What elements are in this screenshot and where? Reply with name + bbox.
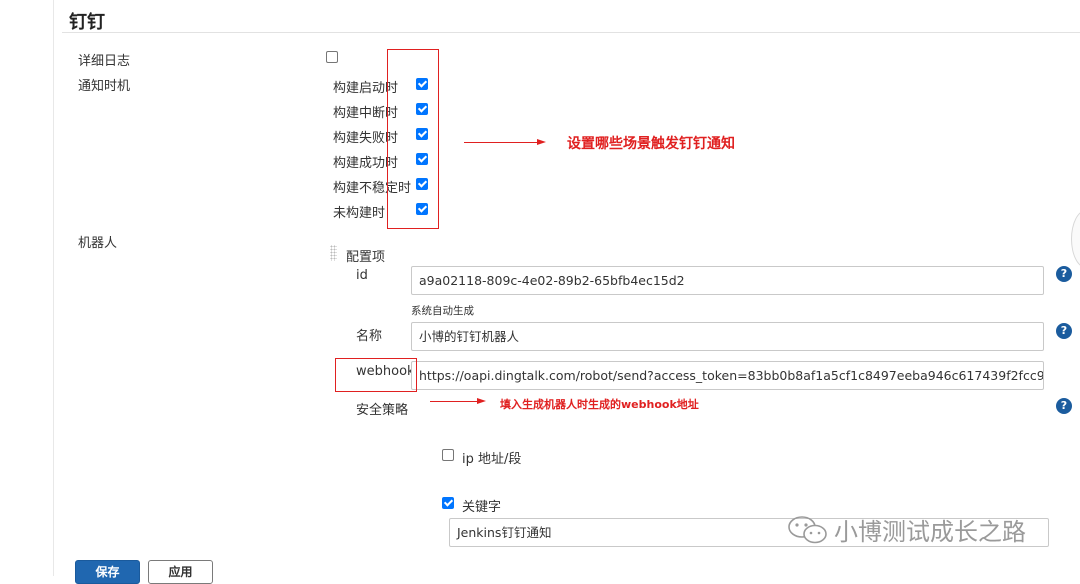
section-title: 钉钉	[69, 12, 105, 33]
annotation-arrow-line	[430, 401, 478, 402]
ip-range-checkbox[interactable]	[442, 449, 454, 461]
help-icon[interactable]: ?	[1056, 323, 1072, 339]
help-icon[interactable]: ?	[1056, 398, 1072, 414]
keyword-label: 关键字	[462, 500, 502, 515]
annotation-arrow-head	[477, 398, 486, 404]
annotation-arrow-head	[537, 139, 546, 145]
watermark: 小博测试成长之路	[786, 512, 1026, 547]
name-input[interactable]: 小博的钉钉机器人	[411, 322, 1044, 351]
id-input[interactable]: a9a02118-809c-4e02-89b2-65bfb4ec15d2	[411, 266, 1044, 295]
annotation-box-timing	[387, 49, 439, 229]
config-item-header: 配置项	[346, 250, 386, 265]
id-hint: 系统自动生成	[411, 305, 474, 317]
id-label: id	[356, 268, 368, 283]
left-gutter	[0, 0, 54, 576]
name-label: 名称	[356, 329, 383, 344]
watermark-text: 小博测试成长之路	[834, 518, 1026, 546]
verbose-log-label: 详细日志	[78, 54, 131, 69]
help-icon[interactable]: ?	[1056, 266, 1072, 282]
drag-handle-icon[interactable]	[330, 245, 337, 261]
save-button[interactable]: 保存	[75, 560, 140, 584]
robot-label: 机器人	[78, 236, 118, 251]
side-panel-edge	[1071, 210, 1080, 268]
annotation-arrow-line	[464, 142, 538, 143]
annotation-scenarios-text: 设置哪些场景触发钉钉通知	[567, 136, 735, 152]
option-not-built-label: 未构建时	[333, 206, 386, 221]
section-divider	[62, 32, 1080, 33]
webhook-input[interactable]: https://oapi.dingtalk.com/robot/send?acc…	[411, 361, 1044, 390]
ip-range-label: ip 地址/段	[462, 452, 522, 467]
security-policy-label: 安全策略	[356, 403, 409, 418]
keyword-checkbox[interactable]	[442, 497, 454, 509]
verbose-log-checkbox[interactable]	[326, 51, 338, 63]
wechat-icon	[788, 515, 827, 543]
notify-timing-label: 通知时机	[78, 79, 131, 94]
apply-button[interactable]: 应用	[148, 560, 213, 584]
annotation-webhook-text: 填入生成机器人时生成的webhook地址	[500, 398, 699, 411]
annotation-box-webhook	[335, 358, 417, 392]
